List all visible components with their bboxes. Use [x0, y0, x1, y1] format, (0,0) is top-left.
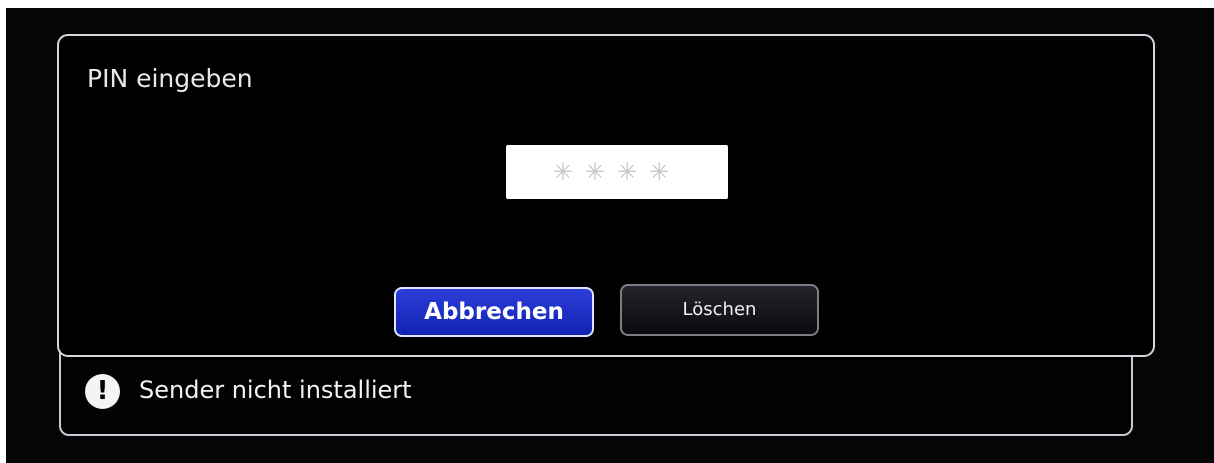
- pin-input[interactable]: ✳✳✳✳: [506, 145, 728, 199]
- notice-message: Sender nicht installiert: [139, 376, 412, 404]
- tv-screen: ! Sender nicht installiert PIN eingeben …: [6, 8, 1214, 463]
- cancel-button[interactable]: Abbrechen: [394, 287, 594, 337]
- dialog-title: PIN eingeben: [87, 64, 253, 93]
- delete-button[interactable]: Löschen: [620, 284, 819, 336]
- exclamation-icon: !: [85, 374, 120, 409]
- pin-dialog: PIN eingeben ✳✳✳✳ Abbrechen Löschen: [57, 34, 1155, 357]
